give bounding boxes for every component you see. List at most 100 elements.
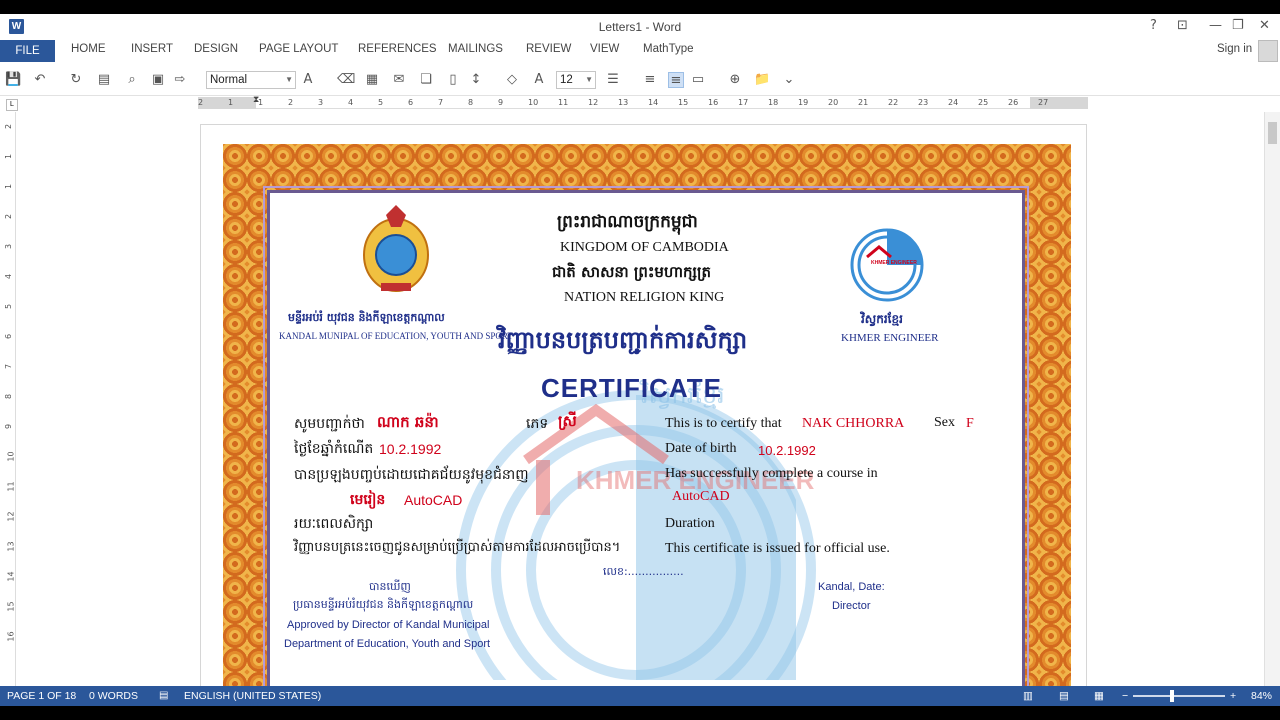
ruler-tick-label: 1 [228, 98, 234, 107]
ruler-tick-label: 4 [348, 98, 354, 107]
style-select[interactable]: Normal ▼ [206, 71, 296, 89]
undo-icon[interactable]: ↶ [32, 72, 48, 88]
ruler-tick-label: 26 [1008, 98, 1019, 107]
help-icon[interactable]: ? [1150, 18, 1157, 33]
zoom-level[interactable]: 84% [1251, 690, 1272, 702]
dob-value-en: 10.2.1992 [758, 443, 816, 458]
proofing-icon[interactable]: ▤ [159, 690, 168, 701]
align-center-icon[interactable]: ≡ [642, 72, 658, 88]
save-icon[interactable]: 💾 [5, 72, 21, 88]
zoom-slider[interactable] [1133, 695, 1225, 697]
bullets-icon[interactable]: ☰ [605, 72, 621, 88]
borders-icon[interactable]: ▭ [690, 72, 706, 88]
vruler-tick-label: 4 [4, 273, 14, 280]
duration-label-en: Duration [665, 516, 715, 531]
tab-mathtype[interactable]: MathType [643, 43, 694, 55]
dob-label-kh: ថ្ងៃខែឆ្នាំកំណើត [294, 441, 374, 457]
ruler-tick-label: 16 [708, 98, 719, 107]
new-page-icon[interactable]: ▯ [445, 72, 461, 88]
tab-file[interactable]: FILE [0, 40, 55, 62]
tab-review[interactable]: REVIEW [526, 43, 571, 55]
top-black-band [0, 0, 1280, 14]
quick-toolbar: 💾 ↶ ↻ ▤ ⌕ ▣ ⇨ Normal ▼ A ⌫ ▦ ✉ ❏ ▯ ↕ ◇ A … [0, 64, 1280, 96]
print-layout-icon[interactable]: ▤ [1059, 690, 1069, 702]
right-org-en: KHMER ENGINEER [841, 332, 939, 344]
ruler-tick-label: 19 [798, 98, 809, 107]
chevron-down-icon: ▼ [585, 75, 593, 84]
line-spacing-icon[interactable]: ↕ [468, 72, 484, 88]
ruler-tick-label: 7 [438, 98, 444, 107]
tab-home[interactable]: HOME [71, 43, 106, 55]
ribbon-display-icon[interactable]: ⊡ [1177, 18, 1188, 33]
ruler-tick-label: 24 [948, 98, 959, 107]
kingdom-kh: ព្រះរាជាណាចក្រកម្ពុជា [557, 212, 698, 232]
zoom-in-icon[interactable]: + [1230, 690, 1236, 702]
ribbon-tabs: FILE HOME INSERT DESIGN PAGE LAYOUT REFE… [0, 40, 1280, 62]
tab-references[interactable]: REFERENCES [358, 43, 437, 55]
language[interactable]: ENGLISH (UNITED STATES) [184, 690, 321, 702]
font-size-select[interactable]: 12 ▼ [556, 71, 596, 89]
minimize-button[interactable]: — [1209, 18, 1222, 33]
read-mode-icon[interactable]: ▥ [1023, 690, 1033, 702]
word-count[interactable]: 0 WORDS [89, 690, 138, 702]
open-folder-icon[interactable]: 📁 [754, 72, 770, 88]
save-as-icon[interactable]: ▣ [150, 72, 166, 88]
tab-selector[interactable]: L [6, 99, 18, 111]
avatar[interactable] [1258, 40, 1278, 62]
number-label-kh: លេខ:................ [603, 565, 684, 578]
align-left-icon[interactable]: ≡ [668, 72, 684, 88]
director-kh: ប្រធានមន្ទីរអប់រំយុវជន និងកីឡាខេត្តកណ្ដា… [293, 598, 474, 611]
certify-label-kh: សូមបញ្ជាក់ថា [294, 416, 365, 432]
font-color-icon[interactable]: A [531, 72, 547, 88]
customize-icon[interactable]: ⌄ [781, 72, 797, 88]
scrollbar-thumb[interactable] [1268, 122, 1277, 144]
zoom-out-icon[interactable]: − [1122, 690, 1128, 702]
send-icon[interactable]: ⇨ [172, 72, 188, 88]
horizontal-ruler[interactable]: 2 1 1 2 3 4 5 6 7 8 9 10 11 12 13 14 15 16 17 18 19 20 21 22 23 2… [198, 95, 1088, 109]
insert-picture-icon[interactable]: ▦ [364, 72, 380, 88]
indent-marker-icon[interactable]: ⧗ [253, 95, 259, 105]
vruler-tick-label: 2 [4, 123, 14, 130]
tab-page-layout[interactable]: PAGE LAYOUT [259, 43, 338, 55]
bottom-black-band [0, 706, 1280, 720]
sign-in-link[interactable]: Sign in [1217, 43, 1252, 55]
ruler-tick-label: 12 [588, 98, 599, 107]
close-button[interactable]: ✕ [1259, 18, 1270, 33]
vruler-tick-label: 8 [4, 393, 14, 400]
duration-label-kh: រយៈពេលសិក្សា [294, 516, 374, 532]
document-page[interactable]: KHMER ENGINEER វិស្វករខ្មែរ មន្ទីរអប់រំ … [200, 124, 1087, 686]
ruler-tick-label: 14 [648, 98, 659, 107]
vertical-ruler[interactable]: 2 1 1 2 3 4 5 6 7 8 9 10 11 12 13 14 15 16 [4, 112, 16, 686]
print-preview-icon[interactable]: ▤ [96, 72, 112, 88]
shape-icon[interactable]: ◇ [504, 72, 520, 88]
motto-en: NATION RELIGION KING [564, 290, 725, 305]
title-bar: W Letters1 - Word ? ⊡ — ❐ ✕ [0, 14, 1280, 40]
find-icon[interactable]: ⌕ [124, 72, 140, 88]
ruler-tick-label: 13 [618, 98, 629, 107]
redo-icon[interactable]: ↻ [68, 72, 84, 88]
link-icon[interactable]: ⊕ [727, 72, 743, 88]
ruler-tick-label: 27 [1038, 98, 1049, 107]
tab-design[interactable]: DESIGN [194, 43, 238, 55]
copy-icon[interactable]: ❏ [418, 72, 434, 88]
mail-merge-icon[interactable]: ✉ [391, 72, 407, 88]
vruler-tick-label: 11 [6, 481, 16, 492]
ruler-tick-label: 6 [408, 98, 414, 107]
tab-mailings[interactable]: MAILINGS [448, 43, 503, 55]
page-count[interactable]: PAGE 1 OF 18 [7, 690, 76, 702]
left-org-en: KANDAL MUNIPAL OF EDUCATION, YOUTH AND S… [279, 331, 513, 341]
course-label-en: Has successfully complete a course in [665, 466, 878, 481]
ruler-area: L 2 1 1 2 3 4 5 6 7 8 9 10 11 12 13 14 15 16 17 18 19 20 21 22 2… [0, 95, 1280, 112]
clear-format-icon[interactable]: ⌫ [337, 72, 355, 88]
vertical-scrollbar[interactable] [1264, 112, 1280, 686]
text-effects-icon[interactable]: A [300, 72, 316, 88]
vruler-tick-label: 1 [4, 153, 14, 160]
web-layout-icon[interactable]: ▦ [1094, 690, 1104, 702]
certify-label-en: This is to certify that [665, 416, 782, 431]
ruler-tick-label: 23 [918, 98, 929, 107]
tab-view[interactable]: VIEW [590, 43, 619, 55]
dob-value-kh: 10.2.1992 [379, 441, 442, 457]
restore-button[interactable]: ❐ [1232, 18, 1244, 33]
zoom-slider-thumb[interactable] [1170, 690, 1174, 702]
tab-insert[interactable]: INSERT [131, 43, 173, 55]
